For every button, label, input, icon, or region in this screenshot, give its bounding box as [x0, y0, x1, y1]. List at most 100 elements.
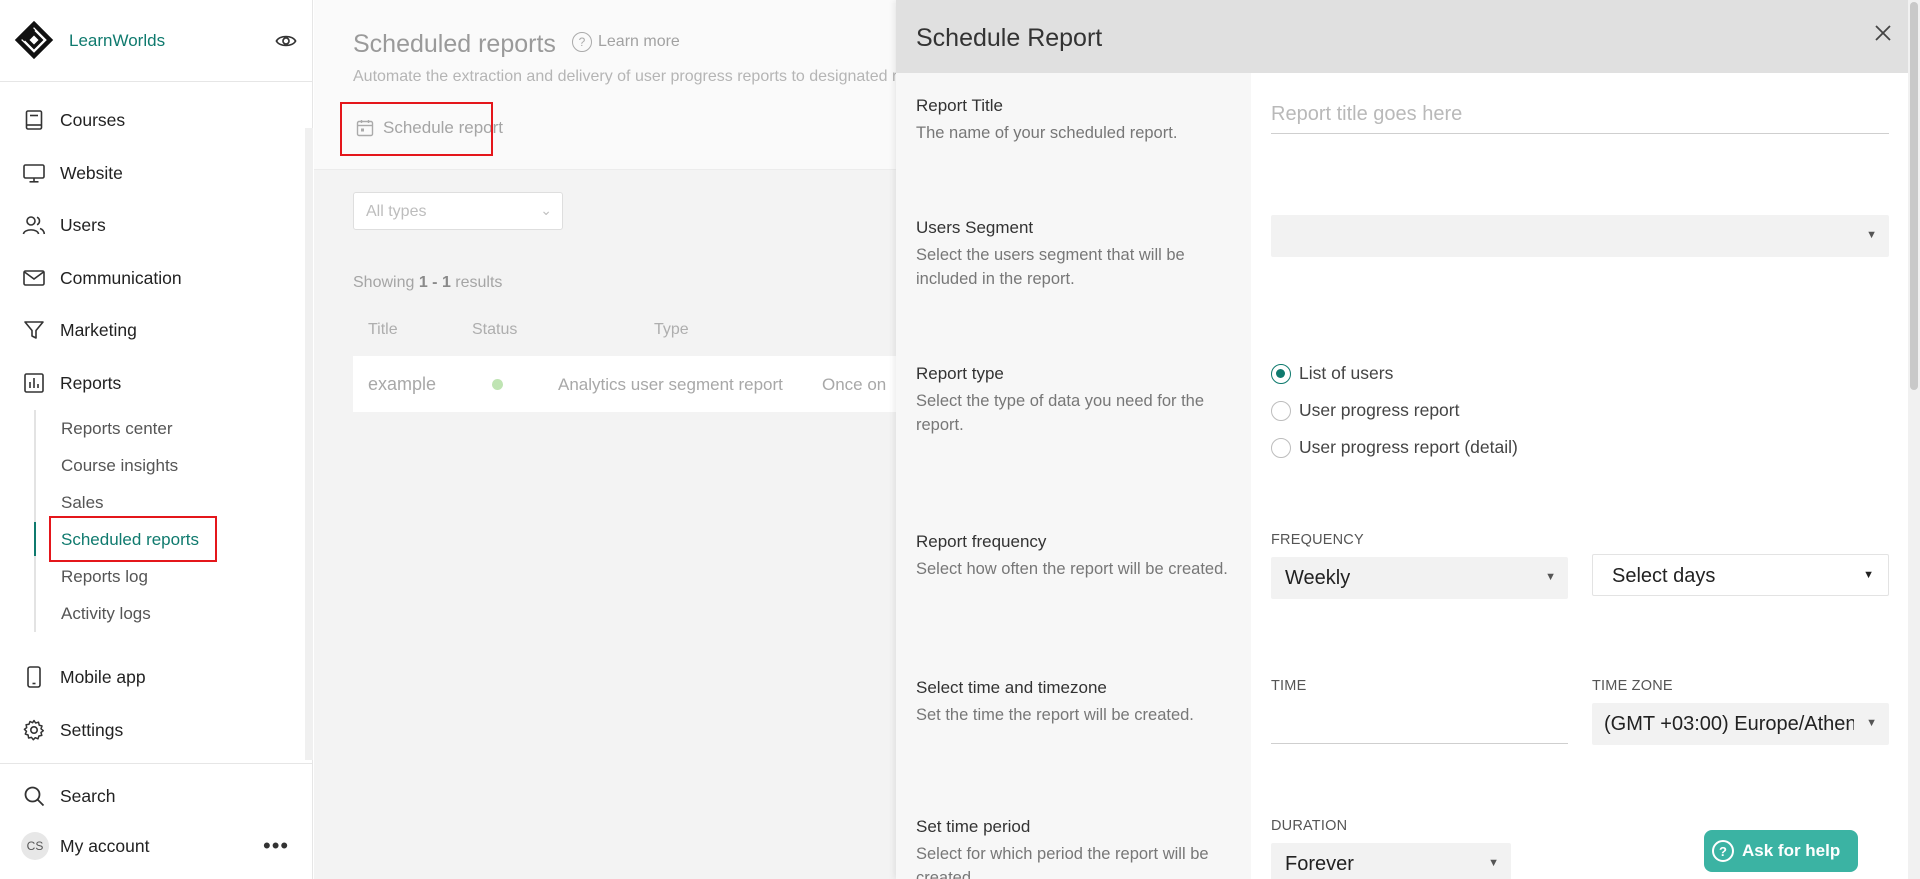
sidebar-subitem-activity-logs[interactable]: Activity logs [61, 604, 151, 624]
phone-icon [27, 666, 41, 688]
brand-header: LearnWorlds [0, 0, 313, 82]
sidebar-item-search[interactable]: Search [0, 775, 300, 815]
duration-value: Forever [1285, 853, 1354, 875]
report-title-desc: The name of your scheduled report. [916, 124, 1178, 142]
chevron-down-icon: ⌄ [540, 202, 552, 218]
select-days-value: Select days [1612, 565, 1716, 587]
sidebar-subitem-sales[interactable]: Sales [61, 493, 104, 513]
row-frequency: Once on [822, 375, 887, 394]
more-options-icon[interactable]: ••• [263, 833, 289, 859]
sidebar-subitem-reports-center[interactable]: Reports center [61, 419, 173, 439]
sidebar-item-label: Settings [60, 720, 124, 740]
learn-more-link[interactable]: ? Learn more [572, 31, 680, 53]
bar-chart-icon [24, 373, 44, 393]
radio-label: User progress report (detail) [1299, 437, 1518, 457]
frequency-select[interactable]: Weekly ▼ [1271, 557, 1568, 599]
page-scrollbar[interactable] [1908, 0, 1920, 879]
sidebar-item-mobile-app[interactable]: Mobile app [0, 656, 300, 696]
sidebar-subitem-course-insights[interactable]: Course insights [61, 456, 178, 476]
brand-name[interactable]: LearnWorlds [69, 31, 165, 51]
row-title: example [368, 374, 437, 394]
radio-user-progress-report-detail[interactable]: User progress report (detail) [1271, 437, 1518, 458]
users-segment-desc: Select the users segment that will be in… [916, 246, 1185, 288]
radio-label: List of users [1299, 363, 1394, 383]
avatar[interactable]: CS [21, 832, 49, 860]
select-days-dropdown[interactable]: Select days ▼ [1592, 554, 1889, 596]
report-title-input[interactable] [1271, 96, 1889, 134]
main-content: Scheduled reports ? Learn more Automate … [314, 0, 896, 879]
time-field-label: TIME [1271, 678, 1307, 694]
sidebar-item-website[interactable]: Website [0, 152, 300, 192]
caret-down-icon: ▼ [1866, 717, 1877, 729]
results-prefix: Showing [353, 274, 415, 291]
caret-down-icon: ▼ [1866, 229, 1877, 241]
users-segment-label: Users Segment [916, 218, 1034, 237]
timezone-select[interactable]: (GMT +03:00) Europe/Athens ▼ [1592, 703, 1889, 745]
type-filter-select[interactable]: All types ⌄ [353, 192, 563, 230]
sidebar-item-label: Website [60, 163, 123, 183]
sidebar-subitem-reports-log[interactable]: Reports log [61, 567, 148, 587]
funnel-icon [24, 321, 44, 339]
gear-icon [23, 719, 45, 741]
highlight-box [340, 102, 493, 156]
report-frequency-label: Report frequency [916, 532, 1047, 551]
monitor-icon [23, 164, 45, 183]
users-icon [22, 216, 46, 235]
close-icon[interactable] [1872, 22, 1894, 44]
submenu-active-indicator [34, 522, 36, 556]
submenu-track [34, 410, 36, 632]
results-count: Showing 1 - 1 results [353, 274, 502, 292]
radio-user-progress-report[interactable]: User progress report [1271, 400, 1459, 421]
status-dot-icon [492, 379, 503, 390]
help-circle-icon: ? [1712, 840, 1734, 862]
duration-select[interactable]: Forever ▼ [1271, 843, 1511, 879]
panel-header: Schedule Report [896, 0, 1908, 73]
time-timezone-label: Select time and timezone [916, 678, 1107, 697]
table-row[interactable]: example Analytics user segment report On… [353, 356, 896, 412]
sidebar-item-communication[interactable]: Communication [0, 257, 300, 297]
caret-down-icon: ▼ [1488, 857, 1499, 869]
caret-down-icon: ▼ [1863, 569, 1874, 581]
highlight-box [49, 516, 217, 562]
page-title: Scheduled reports [353, 30, 556, 58]
frequency-field-label: FREQUENCY [1271, 532, 1364, 548]
sidebar-scrollbar[interactable] [305, 128, 313, 760]
sidebar-item-users[interactable]: Users [0, 204, 300, 244]
learn-more-label: Learn more [598, 33, 680, 50]
radio-list-of-users[interactable]: List of users [1271, 363, 1393, 384]
users-segment-select[interactable]: ▼ [1271, 215, 1889, 257]
page-description: Automate the extraction and delivery of … [353, 68, 896, 85]
sidebar-item-marketing[interactable]: Marketing [0, 309, 300, 349]
report-type-desc: Select the type of data you need for the… [916, 392, 1205, 434]
search-icon [24, 786, 45, 807]
sidebar-item-label: Communication [60, 268, 182, 288]
column-header-status[interactable]: Status [472, 321, 517, 339]
eye-icon[interactable] [275, 30, 297, 52]
sidebar-item-label: My account [60, 836, 150, 856]
sidebar-item-courses[interactable]: Courses [0, 99, 300, 139]
column-header-title[interactable]: Title [368, 321, 398, 339]
scrollbar-thumb[interactable] [1910, 2, 1918, 390]
duration-field-label: DURATION [1271, 818, 1348, 834]
report-frequency-desc: Select how often the report will be crea… [916, 560, 1228, 578]
report-title-label: Report Title [916, 96, 1003, 115]
report-type-label: Report type [916, 364, 1004, 383]
radio-unchecked-icon [1271, 437, 1291, 458]
book-icon [25, 110, 43, 130]
row-type: Analytics user segment report [558, 375, 783, 394]
learnworlds-logo-icon[interactable] [14, 20, 54, 60]
time-period-label: Set time period [916, 817, 1031, 836]
column-header-type[interactable]: Type [654, 321, 689, 339]
ask-for-help-button[interactable]: ? Ask for help [1704, 830, 1858, 872]
sidebar-item-reports[interactable]: Reports [0, 362, 300, 402]
radio-checked-icon [1271, 363, 1291, 384]
panel-title: Schedule Report [916, 24, 1103, 52]
sidebar-item-label: Users [60, 215, 106, 235]
results-suffix: results [455, 274, 503, 291]
time-input[interactable] [1271, 708, 1568, 744]
ask-for-help-label: Ask for help [1742, 841, 1841, 860]
panel-label-column [896, 73, 1251, 879]
sidebar-item-settings[interactable]: Settings [0, 709, 300, 749]
time-timezone-desc: Set the time the report will be created. [916, 706, 1194, 724]
results-range: 1 - 1 [418, 274, 451, 291]
